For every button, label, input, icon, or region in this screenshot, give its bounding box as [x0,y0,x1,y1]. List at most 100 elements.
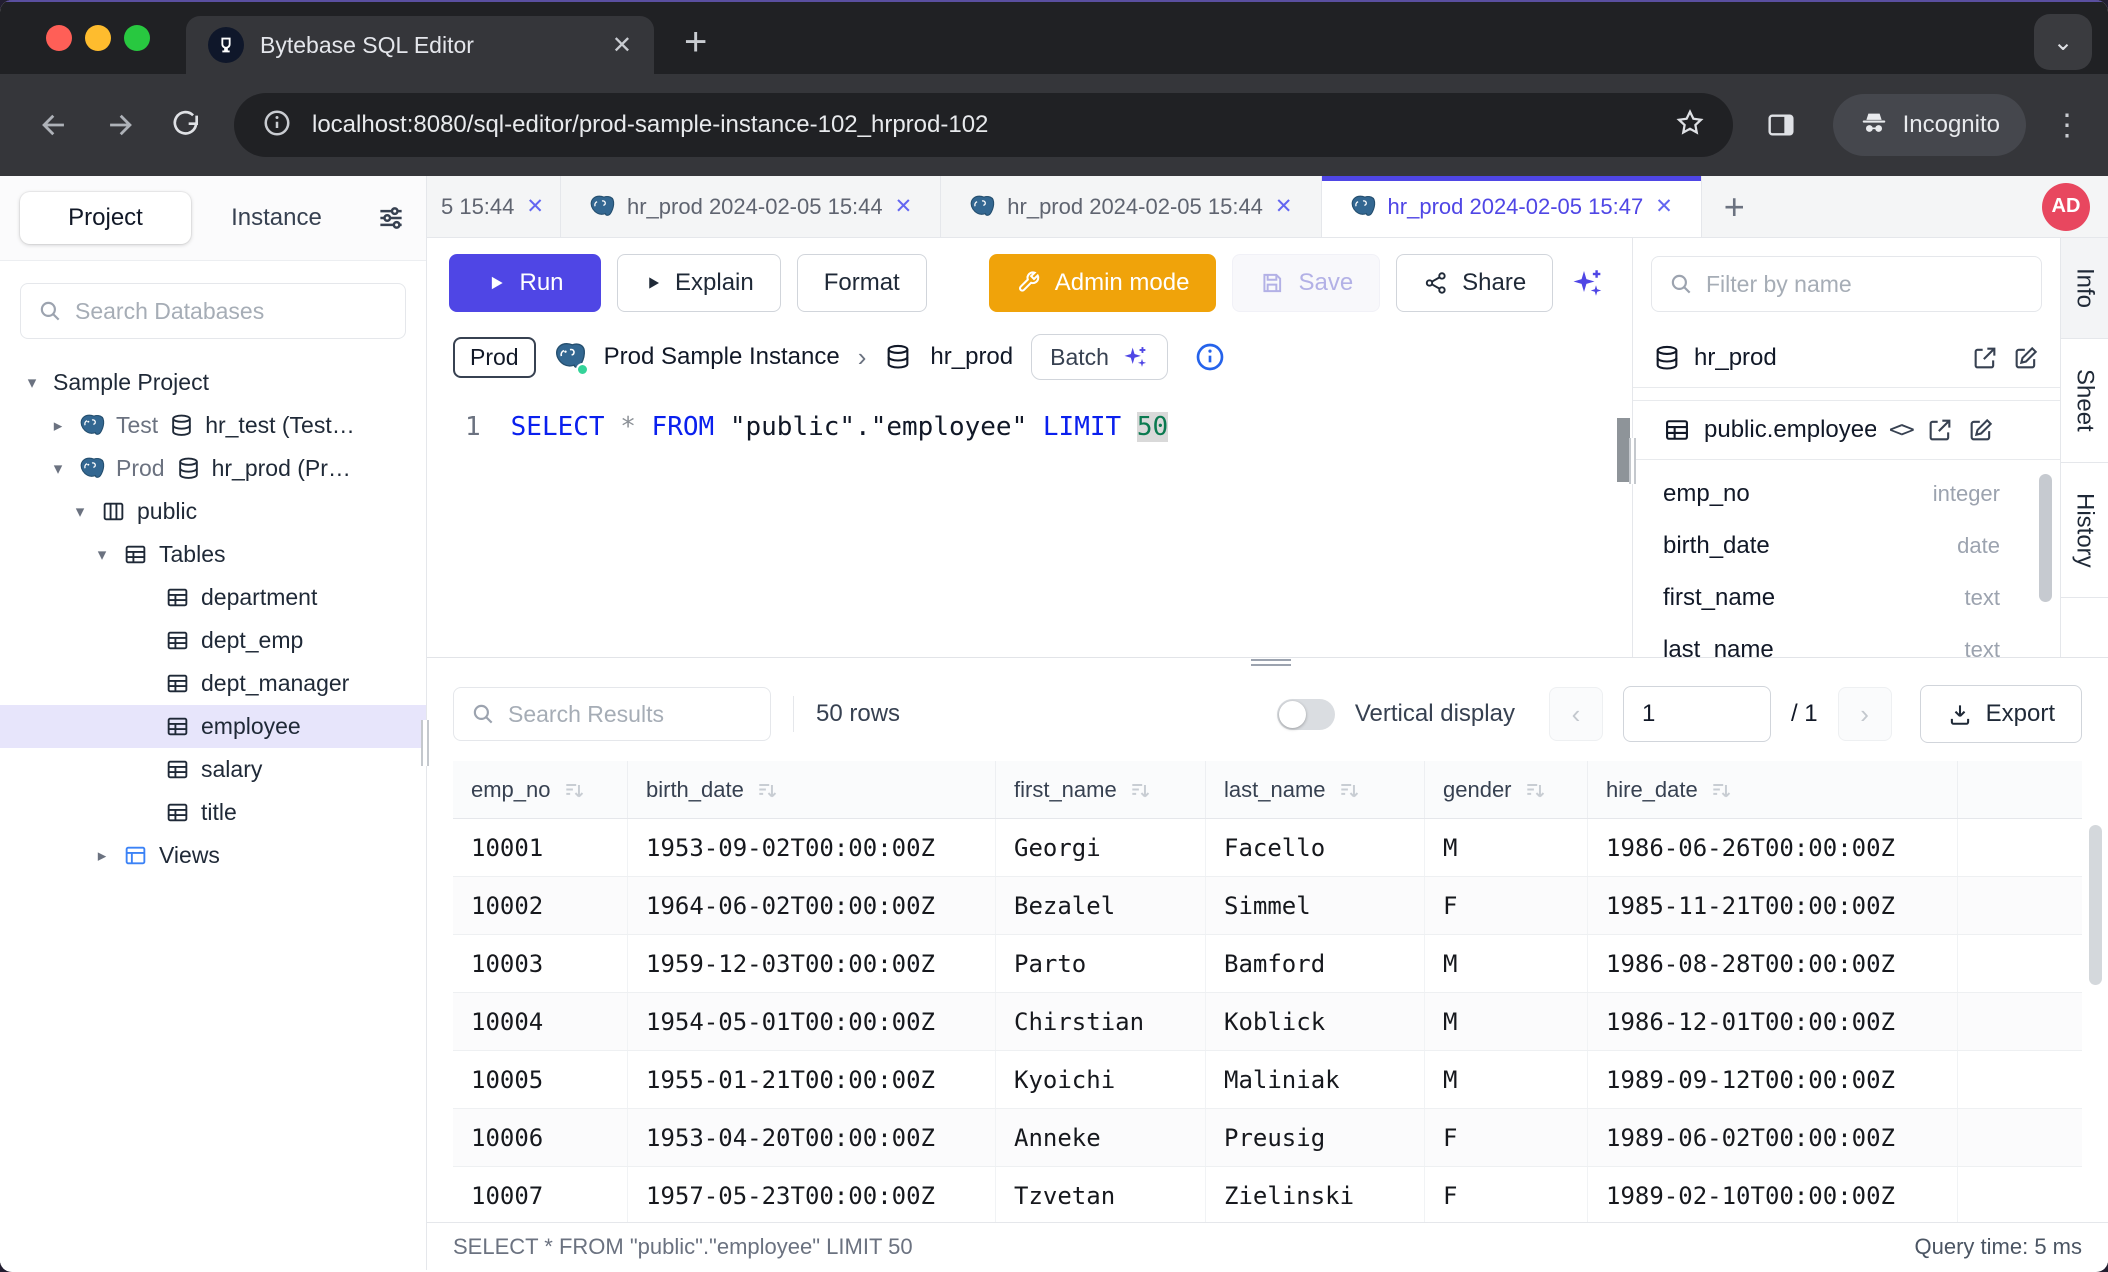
panel-database-row[interactable]: hr_prod [1633,328,2060,388]
splitter-handle-icon[interactable] [1251,659,1291,666]
side-panel-icon[interactable] [1753,97,1809,153]
instance-name[interactable]: Prod Sample Instance [604,343,840,371]
sort-icon[interactable] [563,779,585,801]
results-search[interactable] [453,687,771,741]
tree-item-sample-project[interactable]: ▾Sample Project [0,361,426,404]
sort-icon[interactable] [1129,779,1151,801]
results-splitter[interactable] [427,657,2108,667]
caret-right-icon[interactable]: ▸ [48,416,68,436]
caret-down-icon[interactable]: ▾ [22,373,42,393]
rail-tab-sheet[interactable]: Sheet [2061,339,2108,463]
editor-tab-1[interactable]: hr_prod 2024-02-05 15:44✕ [561,176,941,237]
tree-item-views[interactable]: ▸Views [0,834,426,877]
tree-item-department[interactable]: department [0,576,426,619]
tree-item-dept_emp[interactable]: dept_emp [0,619,426,662]
panel-resize-handle[interactable] [1629,438,1636,484]
database-search[interactable] [20,283,406,339]
ai-sparkle-icon[interactable] [1569,265,1605,301]
schema-filter[interactable] [1651,256,2042,312]
new-editor-tab-button[interactable]: + [1724,186,1745,228]
sort-icon[interactable] [1710,779,1732,801]
column-header-gender[interactable]: gender [1425,761,1588,818]
caret-down-icon[interactable]: ▾ [70,502,90,522]
sidebar-resize-handle[interactable] [421,720,429,766]
tab-project[interactable]: Project [20,192,191,244]
address-bar[interactable]: localhost:8080/sql-editor/prod-sample-in… [234,93,1733,157]
panel-table-row[interactable]: public.employee <> [1633,400,2060,460]
column-row-emp_no[interactable]: emp_nointeger [1633,468,2060,520]
column-row-first_name[interactable]: first_nametext [1633,572,2060,624]
schema-filter-input[interactable] [1706,271,2025,298]
close-editor-tab-icon[interactable]: ✕ [526,194,544,219]
panel-scrollbar[interactable] [2039,474,2052,602]
bookmark-star-icon[interactable] [1675,108,1705,143]
tree-item-salary[interactable]: salary [0,748,426,791]
vertical-display-toggle[interactable] [1277,699,1335,730]
column-row-last_name[interactable]: last_nametext [1633,624,2060,657]
page-number-input[interactable] [1623,686,1771,742]
tree-item-tables[interactable]: ▾Tables [0,533,426,576]
zoom-window-button[interactable] [124,25,150,51]
tree-item-prod-hr_prod[interactable]: ▾Prodhr_prod (Pr… [0,447,426,490]
view-code-icon[interactable]: <> [1889,417,1913,443]
close-browser-tab-icon[interactable]: ✕ [612,31,632,60]
next-page-button[interactable]: › [1838,687,1892,741]
share-button[interactable]: Share [1396,254,1553,312]
new-browser-tab-button[interactable]: + [684,20,707,65]
tree-item-employee[interactable]: employee [0,705,426,748]
user-avatar[interactable]: AD [2042,183,2090,231]
caret-down-icon[interactable]: ▾ [92,545,112,565]
caret-down-icon[interactable]: ▾ [48,459,68,479]
format-button[interactable]: Format [797,254,927,312]
results-search-input[interactable] [508,701,754,728]
back-button[interactable] [26,97,82,153]
site-info-icon[interactable] [262,108,292,143]
edit-icon[interactable] [1967,416,1995,444]
save-button[interactable]: Save [1232,254,1380,312]
editor-tab-0[interactable]: 5 15:44✕ [427,176,561,237]
results-scrollbar[interactable] [2089,825,2102,985]
browser-menu-icon[interactable]: ⋮ [2052,108,2082,143]
rail-tab-info[interactable]: Info [2061,238,2108,339]
browser-tab[interactable]: Bytebase SQL Editor ✕ [186,16,654,74]
tree-item-public[interactable]: ▾public [0,490,426,533]
tree-settings-icon[interactable] [376,203,406,233]
sort-icon[interactable] [1524,779,1546,801]
external-link-icon[interactable] [1926,416,1954,444]
close-window-button[interactable] [46,25,72,51]
editor-tab-3[interactable]: hr_prod 2024-02-05 15:47✕ [1322,176,1702,237]
database-search-input[interactable] [75,298,389,325]
export-button[interactable]: Export [1920,685,2082,743]
tree-item-title[interactable]: title [0,791,426,834]
info-icon[interactable] [1194,341,1226,373]
column-header-hire_date[interactable]: hire_date [1588,761,1958,818]
minimize-window-button[interactable] [85,25,111,51]
column-row-birth_date[interactable]: birth_datedate [1633,520,2060,572]
explain-button[interactable]: Explain [617,254,781,312]
edit-icon[interactable] [2012,344,2040,372]
rail-tab-history[interactable]: History [2061,463,2108,599]
batch-button[interactable]: Batch [1031,334,1168,380]
sort-icon[interactable] [756,779,778,801]
close-editor-tab-icon[interactable]: ✕ [1275,194,1293,219]
column-header-first_name[interactable]: first_name [996,761,1206,818]
editor-tab-2[interactable]: hr_prod 2024-02-05 15:44✕ [941,176,1321,237]
tab-instance[interactable]: Instance [191,192,362,244]
close-editor-tab-icon[interactable]: ✕ [1655,194,1673,219]
sql-code-editor[interactable]: 1 SELECT * FROM "public"."employee" LIMI… [427,396,1632,657]
close-editor-tab-icon[interactable]: ✕ [895,194,913,219]
forward-button[interactable] [92,97,148,153]
prev-page-button[interactable]: ‹ [1549,687,1603,741]
reload-button[interactable] [158,97,214,153]
tree-item-test-hr_test[interactable]: ▸Testhr_test (Test… [0,404,426,447]
column-header-birth_date[interactable]: birth_date [628,761,996,818]
sort-icon[interactable] [1338,779,1360,801]
caret-right-icon[interactable]: ▸ [92,846,112,866]
column-header-emp_no[interactable]: emp_no [453,761,628,818]
tree-item-dept_manager[interactable]: dept_manager [0,662,426,705]
admin-mode-button[interactable]: Admin mode [989,254,1217,312]
tab-search-button[interactable]: ⌄ [2034,14,2092,70]
run-button[interactable]: Run [449,254,601,312]
external-link-icon[interactable] [1971,344,1999,372]
column-header-last_name[interactable]: last_name [1206,761,1425,818]
